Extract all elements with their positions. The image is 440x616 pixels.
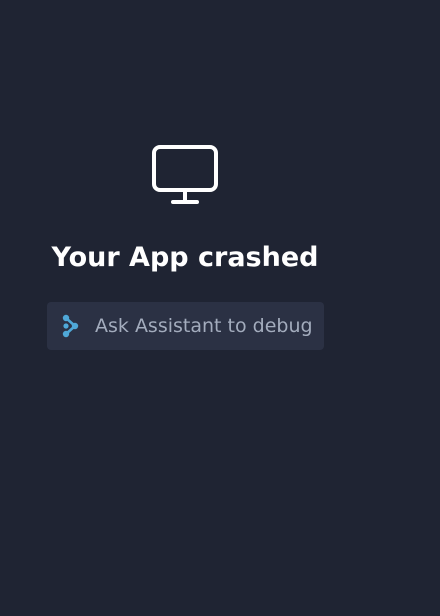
monitor-icon [152,145,218,204]
debug-button-label: Ask Assistant to debug [95,315,313,337]
crash-screen: Your App crashed Ask Assistant to debug [0,0,440,616]
assistant-icon [62,314,79,338]
crash-title: Your App crashed [51,242,319,273]
ask-assistant-debug-button[interactable]: Ask Assistant to debug [47,302,324,350]
